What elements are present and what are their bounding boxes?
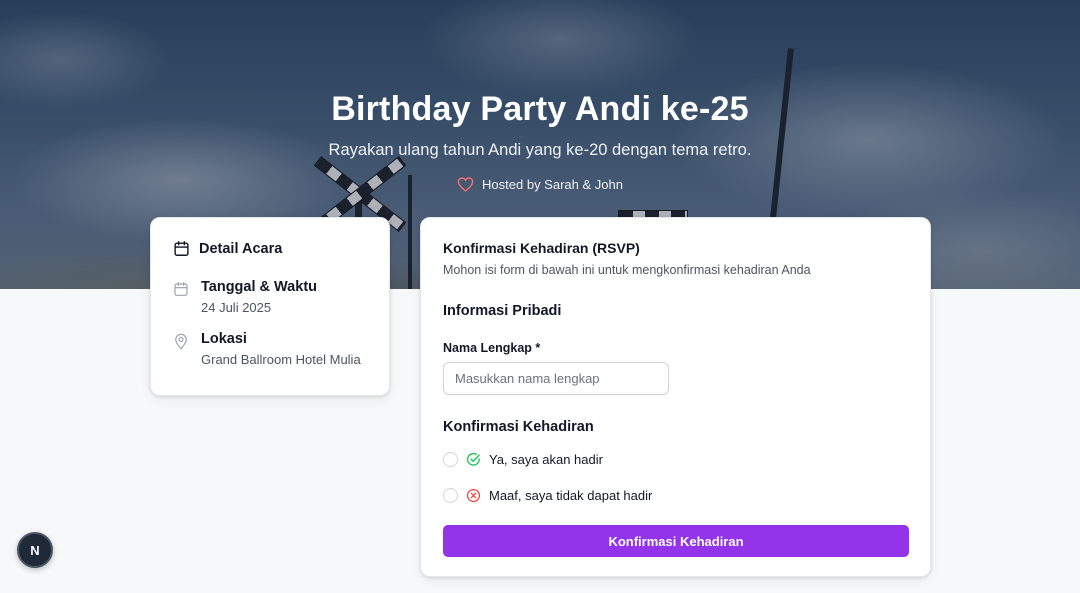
x-circle-icon	[466, 488, 481, 502]
map-pin-icon	[175, 333, 187, 350]
location-item: Lokasi Grand Ballroom Hotel Mulia	[173, 331, 367, 367]
event-details-card: Detail Acara Tanggal & Waktu 24 Juli 202…	[150, 217, 390, 396]
attend-no-label: Maaf, saya tidak dapat hadir	[489, 487, 653, 503]
hero-subtitle: Rayakan ulang tahun Andi yang ke-20 deng…	[328, 141, 752, 159]
attend-yes-label: Ya, saya akan hadir	[489, 451, 603, 467]
attend-yes-option[interactable]: Ya, saya akan hadir	[443, 449, 908, 469]
attendance-heading: Konfirmasi Kehadiran	[443, 419, 594, 435]
host-text: Hosted by Sarah & John	[482, 177, 623, 192]
rsvp-description: Mohon isi form di bawah ini untuk mengko…	[443, 263, 811, 277]
confirm-attendance-button[interactable]: Konfirmasi Kehadiran	[443, 525, 909, 557]
date-time-value: 24 Juli 2025	[201, 300, 272, 315]
full-name-input[interactable]	[443, 362, 669, 395]
event-details-title: Detail Acara	[199, 240, 283, 257]
calendar-icon	[174, 282, 188, 296]
event-details-heading: Detail Acara	[173, 240, 367, 257]
nextjs-dev-indicator-button[interactable]: N	[17, 532, 53, 568]
check-circle-icon	[466, 452, 480, 466]
date-time-label: Tanggal & Waktu	[201, 279, 317, 295]
attend-no-radio[interactable]	[443, 487, 458, 503]
rsvp-title: Konfirmasi Kehadiran (RSVP)	[443, 240, 640, 256]
host-line: Hosted by Sarah & John	[0, 177, 1080, 192]
calendar-icon	[174, 241, 189, 256]
personal-info-heading: Informasi Pribadi	[443, 303, 562, 319]
rsvp-card: Konfirmasi Kehadiran (RSVP) Mohon isi fo…	[420, 217, 931, 577]
page-title: Birthday Party Andi ke-25	[331, 90, 749, 128]
date-time-item: Tanggal & Waktu 24 Juli 2025	[173, 279, 367, 315]
location-label: Lokasi	[201, 331, 247, 347]
location-value: Grand Ballroom Hotel Mulia	[201, 352, 361, 367]
full-name-label: Nama Lengkap *	[443, 341, 541, 355]
attend-no-option[interactable]: Maaf, saya tidak dapat hadir	[443, 485, 908, 505]
heart-icon	[457, 177, 474, 192]
attend-yes-radio[interactable]	[443, 451, 458, 467]
